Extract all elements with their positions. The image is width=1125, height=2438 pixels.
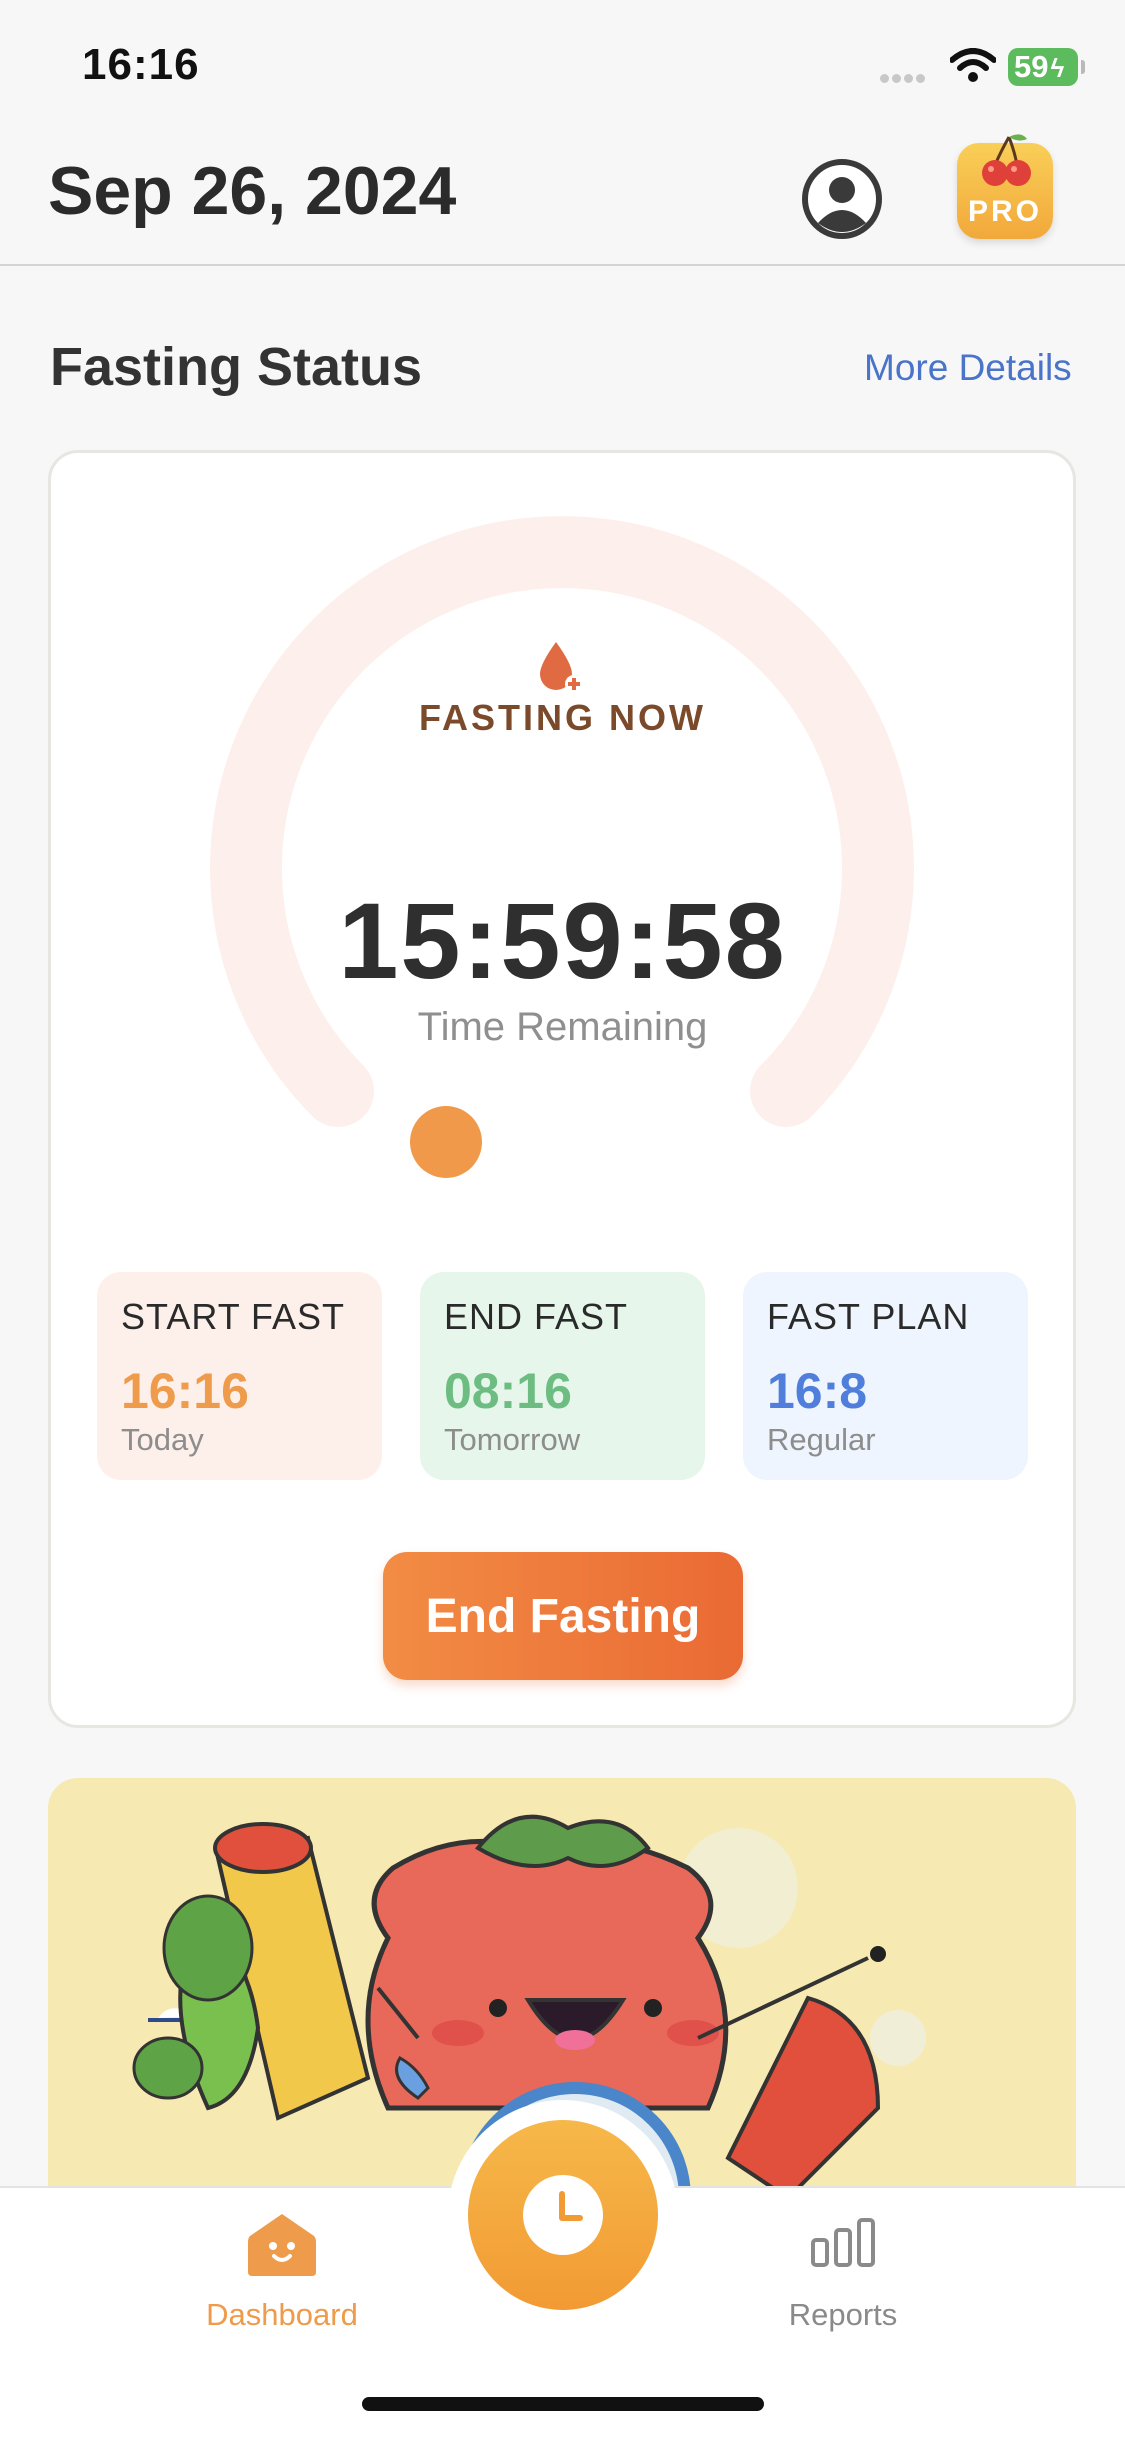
section-title: Fasting Status bbox=[50, 337, 423, 397]
start-fast-label: START FAST bbox=[121, 1296, 346, 1337]
reports-chart-icon[interactable] bbox=[810, 2218, 876, 2268]
charging-bolt-icon: ϟ bbox=[1050, 53, 1065, 83]
fast-plan-card[interactable]: FAST PLAN 16:8 Regular bbox=[743, 1272, 1028, 1480]
tab-reports-label[interactable]: Reports bbox=[730, 2297, 956, 2333]
end-fast-day: Tomorrow bbox=[444, 1422, 581, 1457]
wifi-icon bbox=[950, 48, 996, 82]
start-fast-day: Today bbox=[121, 1422, 204, 1457]
clock-icon bbox=[523, 2175, 603, 2255]
pro-label: PRO bbox=[967, 195, 1042, 228]
battery-level: 59 bbox=[1014, 49, 1049, 84]
start-fast-card[interactable]: START FAST 16:16 Today bbox=[97, 1272, 382, 1480]
pro-upgrade-button[interactable]: PRO bbox=[957, 134, 1053, 239]
dashboard-home-icon[interactable] bbox=[246, 2210, 318, 2278]
countdown-label: Time Remaining bbox=[417, 1005, 708, 1049]
profile-icon[interactable] bbox=[800, 157, 884, 241]
cellular-signal-icon bbox=[880, 74, 936, 84]
blood-drop-icon bbox=[540, 642, 583, 693]
end-fast-label: END FAST bbox=[444, 1296, 629, 1337]
more-details-link[interactable]: More Details bbox=[864, 347, 1072, 389]
fasting-state-label: FASTING NOW bbox=[419, 697, 706, 738]
end-fast-time: 08:16 bbox=[444, 1363, 572, 1419]
fast-plan-type: Regular bbox=[767, 1422, 876, 1457]
fasting-progress-ring bbox=[210, 516, 914, 1178]
tab-dashboard-label[interactable]: Dashboard bbox=[170, 2297, 394, 2333]
countdown-timer: 15:59:58 bbox=[338, 880, 787, 1001]
page-title-date: Sep 26, 2024 bbox=[48, 153, 457, 229]
end-fast-card[interactable]: END FAST 08:16 Tomorrow bbox=[420, 1272, 705, 1480]
header-divider bbox=[0, 264, 1125, 266]
end-fasting-button[interactable]: End Fasting bbox=[383, 1552, 743, 1680]
battery-indicator: 59ϟ bbox=[1008, 48, 1085, 86]
start-fast-time: 16:16 bbox=[121, 1363, 249, 1419]
fast-plan-label: FAST PLAN bbox=[767, 1296, 970, 1337]
cherry-icon bbox=[982, 134, 1031, 186]
status-time: 16:16 bbox=[82, 40, 200, 89]
fast-plan-value: 16:8 bbox=[767, 1363, 868, 1419]
home-indicator bbox=[362, 2397, 764, 2411]
